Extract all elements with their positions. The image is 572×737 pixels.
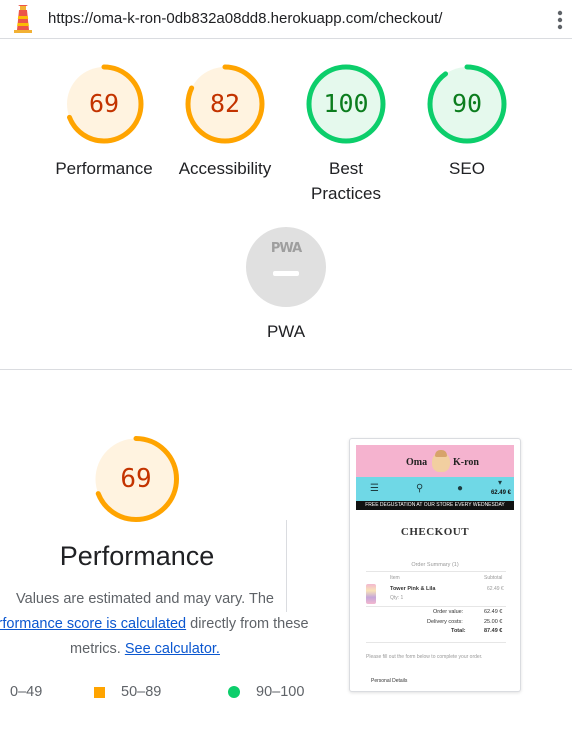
best-practices-gauge[interactable]: 100 [301,59,391,149]
performance-detail-score: 69 [120,464,152,494]
desc-line-2: directly from these [186,616,309,632]
best-practices-score: 100 [323,89,369,118]
thumb-logo-left: Oma [406,457,428,468]
legend-pass: 90–100 [228,684,304,700]
see-calculator-link[interactable]: See calculator. [125,641,220,657]
thumb-rule-2 [366,606,506,607]
desc-line-1: Values are estimated and may vary. The [16,591,274,607]
desc-line-3: metrics. [70,641,125,657]
legend-fail-label: 0–49 [10,684,43,700]
thumb-product-price: 62.49 € [487,586,504,592]
thumb-cart-total: 62.49 € [490,490,511,496]
section-divider [0,369,572,370]
square-icon [94,686,105,698]
thumb-product-name: Tower Pink & Lila [390,586,436,592]
thumb-product-qty: Qty: 1 [390,595,404,601]
legend-average-label: 50–89 [121,684,162,700]
thumb-logo-face-icon [432,450,450,472]
seo-score: 90 [451,89,483,118]
thumb-site-header: Oma K-ron [356,445,514,477]
thumb-rule-1 [366,571,506,572]
thumb-search-icon: ⚲ [416,483,424,494]
thumb-order-value-label: Order value: [433,609,464,615]
accessibility-label: Accessibility [178,159,272,178]
score-calculated-link[interactable]: performance score is calculated [0,616,186,632]
page-url[interactable]: https://oma-k-ron-0db832a08dd8.herokuapp… [48,10,442,27]
seo-label: SEO [449,159,485,178]
thumb-delivery-value: 25.00 € [484,619,503,625]
thumb-form-note: Please fill out the form below to comple… [366,654,483,660]
accessibility-score: 82 [209,89,241,118]
pwa-badge-text: PWA [270,241,302,256]
thumb-banner: FREE DEGUSTATION AT OUR STORE EVERY WEDN… [356,501,514,510]
thumb-cart-icon: ▾ [498,478,503,487]
best-practices-label: Best Practices [311,159,381,203]
thumb-logo-right: K-ron [453,457,479,468]
lighthouse-icon [14,5,32,33]
thumb-user-icon: ● [457,483,464,494]
thumb-col-item: Item [390,575,400,581]
circle-icon [228,686,240,699]
performance-gauge[interactable]: 69 [59,59,149,149]
thumb-personal-details: Personal Details [371,678,408,684]
seo-gauge[interactable]: 90 [422,59,512,149]
thumb-product-image [366,584,376,604]
thumb-menu-icon: ☰ [370,483,379,494]
accessibility-gauge[interactable]: 82 [180,59,270,149]
legend-average: 50–89 [94,684,161,700]
thumb-checkout-heading: CHECKOUT [400,526,470,538]
performance-detail-gauge: 69 [90,433,182,525]
thumb-rule-3 [366,642,506,643]
legend-fail: 0–49 [0,684,42,700]
thumb-col-subtotal: Subtotal [484,575,503,581]
performance-title: Performance [59,541,215,571]
thumb-delivery-label: Delivery costs: [427,619,463,625]
thumb-total-label: Total: [451,628,466,634]
thumb-nav-bar: ☰ ⚲ ● ▾ 62.49 € [356,477,514,501]
pwa-dash-icon [273,271,299,276]
performance-description: Values are estimated and may vary. The p… [0,587,310,662]
thumb-total-value: 87.49 € [484,628,503,634]
kebab-menu-icon[interactable] [556,9,564,31]
pwa-label: PWA [266,322,306,341]
page-screenshot-thumbnail[interactable]: Oma K-ron ☰ ⚲ ● ▾ 62.49 € FREE DEGUSTATI… [349,438,521,692]
thumb-order-value: 62.49 € [484,609,503,615]
pwa-gauge[interactable]: PWA [246,227,326,307]
performance-label: Performance [55,159,153,178]
legend-pass-label: 90–100 [256,684,305,700]
performance-score: 69 [88,89,120,118]
thumb-order-summary: Order Summary (1) [411,562,459,568]
url-bar: https://oma-k-ron-0db832a08dd8.herokuapp… [0,0,572,39]
